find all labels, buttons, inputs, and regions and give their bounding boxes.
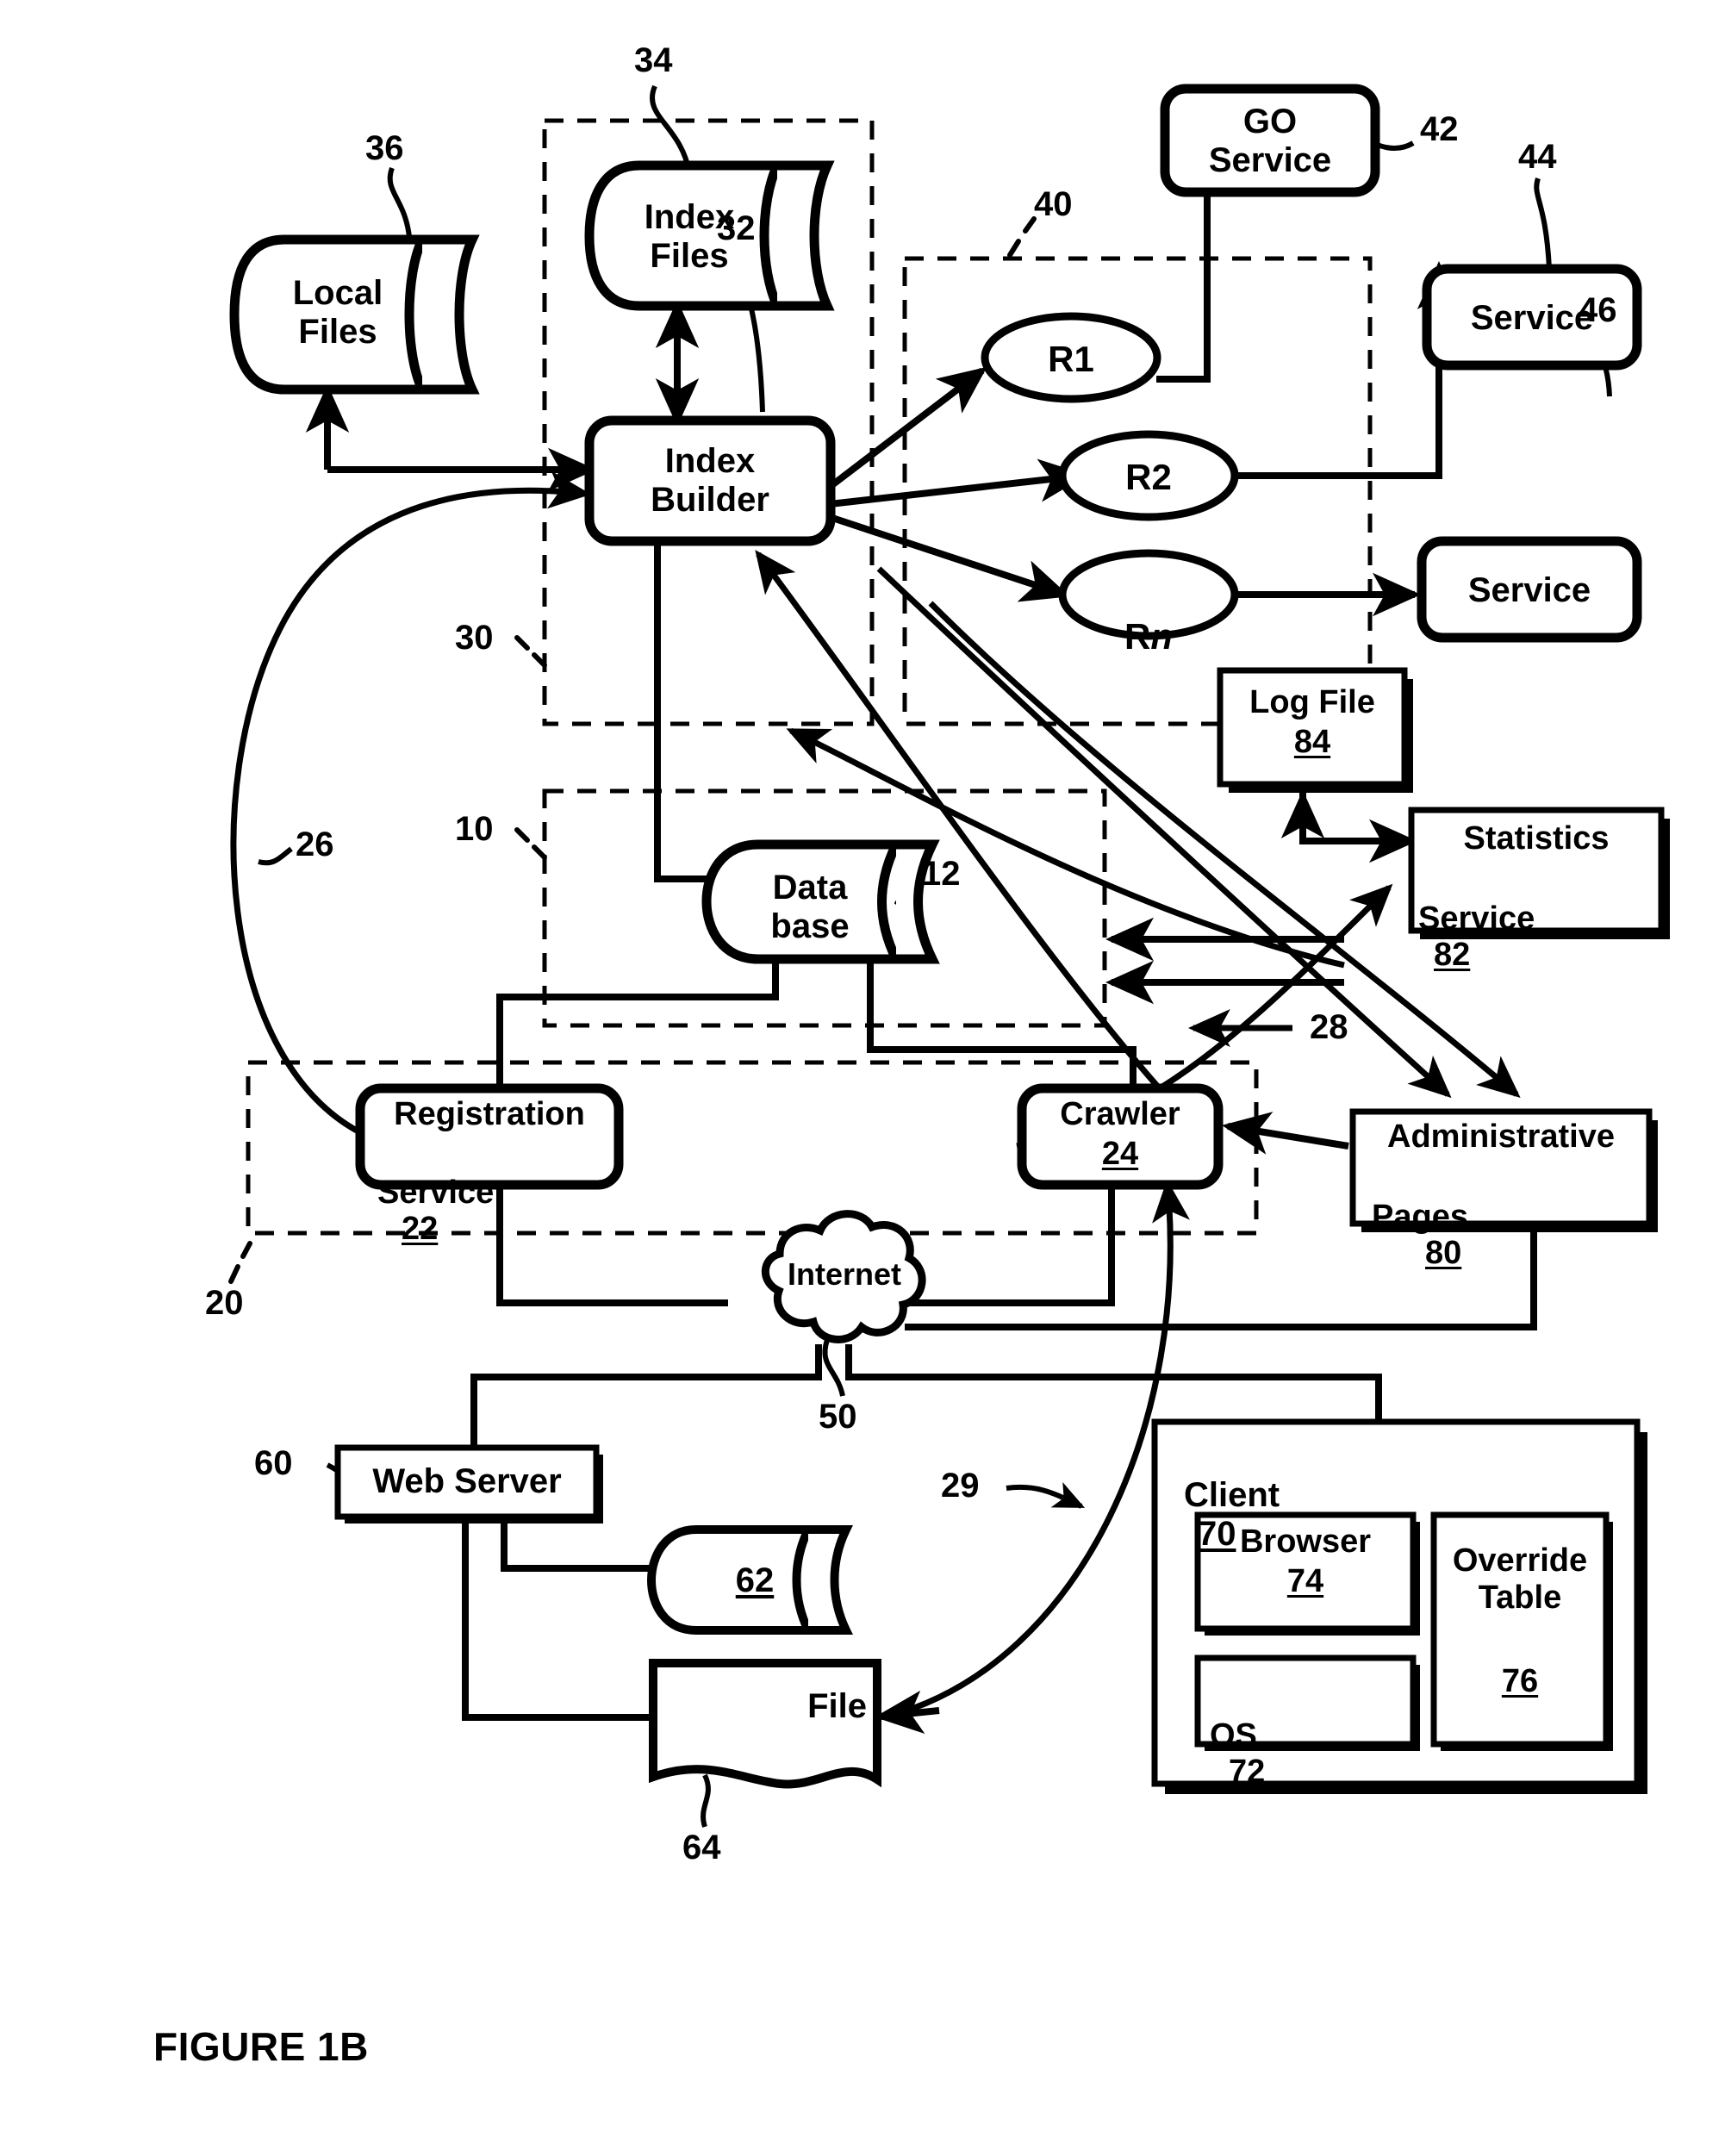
shape-web-store-lip bbox=[808, 1525, 853, 1635]
link-internet-client bbox=[845, 1344, 1382, 1424]
shape-web-server bbox=[334, 1444, 600, 1520]
ref-29-file-crawler-flow: 29 bbox=[941, 1467, 980, 1505]
ref-46: 46 bbox=[1579, 291, 1617, 329]
link-logfile-statistics bbox=[1299, 793, 1417, 863]
link-indexbuilder-rn bbox=[828, 514, 1070, 602]
ref-32: 32 bbox=[717, 209, 756, 247]
leader-64 bbox=[701, 1773, 711, 1828]
leader-20-dots bbox=[228, 1241, 252, 1284]
ref-40-results-group: 40 bbox=[1034, 185, 1073, 223]
ref-30-indexing-group: 30 bbox=[455, 619, 494, 657]
link-webserver-file64 bbox=[462, 1517, 655, 1721]
figure-caption: FIGURE 1B bbox=[153, 2024, 369, 2069]
shape-override-table bbox=[1430, 1511, 1610, 1748]
leader-40-dots bbox=[1007, 216, 1037, 258]
link-adminpages-crawler bbox=[1222, 1112, 1349, 1155]
shape-log-file bbox=[1217, 667, 1408, 788]
shape-os bbox=[1194, 1654, 1417, 1748]
ref-12: 12 bbox=[922, 855, 961, 893]
callout-29-arrow bbox=[1006, 1481, 1086, 1509]
ref-42: 42 bbox=[1420, 110, 1459, 148]
link-registration-internet bbox=[496, 1185, 728, 1306]
shape-index-files-lip bbox=[777, 160, 835, 311]
ref-36: 36 bbox=[365, 129, 404, 167]
link-r2-service44 bbox=[1234, 261, 1461, 479]
shape-browser bbox=[1194, 1511, 1417, 1632]
link-internet-webserver bbox=[470, 1344, 822, 1448]
shape-go-service bbox=[1160, 84, 1380, 197]
shape-r1 bbox=[981, 312, 1161, 403]
shape-registration-service bbox=[355, 1083, 624, 1190]
ref-26-registration-flow: 26 bbox=[296, 826, 334, 863]
shape-local-files bbox=[229, 234, 430, 395]
shape-database bbox=[701, 839, 904, 964]
figure-canvas: Local Files 36 Index Files 34 Index Buil… bbox=[0, 0, 1725, 2156]
shape-rn bbox=[1058, 549, 1239, 640]
shape-admin-pages bbox=[1349, 1108, 1653, 1227]
shape-crawler bbox=[1017, 1083, 1224, 1190]
ref-64: 64 bbox=[682, 1829, 721, 1866]
link-indexbuilder-r2 bbox=[829, 458, 1087, 508]
leader-10-dots bbox=[514, 827, 547, 860]
ref-28-admin-crawler-flow: 28 bbox=[1310, 1008, 1348, 1046]
ref-44: 44 bbox=[1518, 138, 1557, 176]
shape-web-store bbox=[646, 1525, 815, 1635]
shape-r2 bbox=[1058, 430, 1239, 521]
leader-50 bbox=[822, 1339, 845, 1397]
ref-10-database-group: 10 bbox=[455, 810, 494, 848]
shape-local-files-lip bbox=[422, 234, 480, 395]
ref-34: 34 bbox=[634, 41, 673, 79]
flow-results-to-adminpages-a bbox=[876, 566, 1452, 1099]
ref-50: 50 bbox=[819, 1398, 857, 1436]
link-internet-adminpages bbox=[905, 1232, 1537, 1330]
leader-44 bbox=[1534, 178, 1552, 270]
shape-service-46 bbox=[1417, 536, 1642, 643]
shape-internet-cloud bbox=[761, 1210, 926, 1343]
leader-26 bbox=[258, 846, 293, 866]
shape-file-doc bbox=[649, 1659, 881, 1789]
leader-34 bbox=[650, 84, 692, 173]
shape-statistics bbox=[1408, 807, 1665, 934]
flow-26-registration-to-indexbuilder bbox=[230, 470, 592, 1141]
link-curve-into-file bbox=[875, 1690, 940, 1735]
flow-29-file-to-crawler bbox=[887, 1179, 1190, 1720]
shape-index-builder bbox=[584, 415, 836, 546]
leader-36 bbox=[387, 166, 412, 238]
ref-20-services-group: 20 bbox=[205, 1284, 244, 1322]
link-indexbuilder-database bbox=[654, 541, 709, 882]
link-crawler-internet bbox=[905, 1185, 1115, 1306]
leader-30-dots bbox=[514, 635, 547, 668]
diagram-vector-layer bbox=[228, 84, 1670, 1828]
link-webserver-store62 bbox=[501, 1517, 655, 1572]
ref-60: 60 bbox=[254, 1444, 293, 1482]
